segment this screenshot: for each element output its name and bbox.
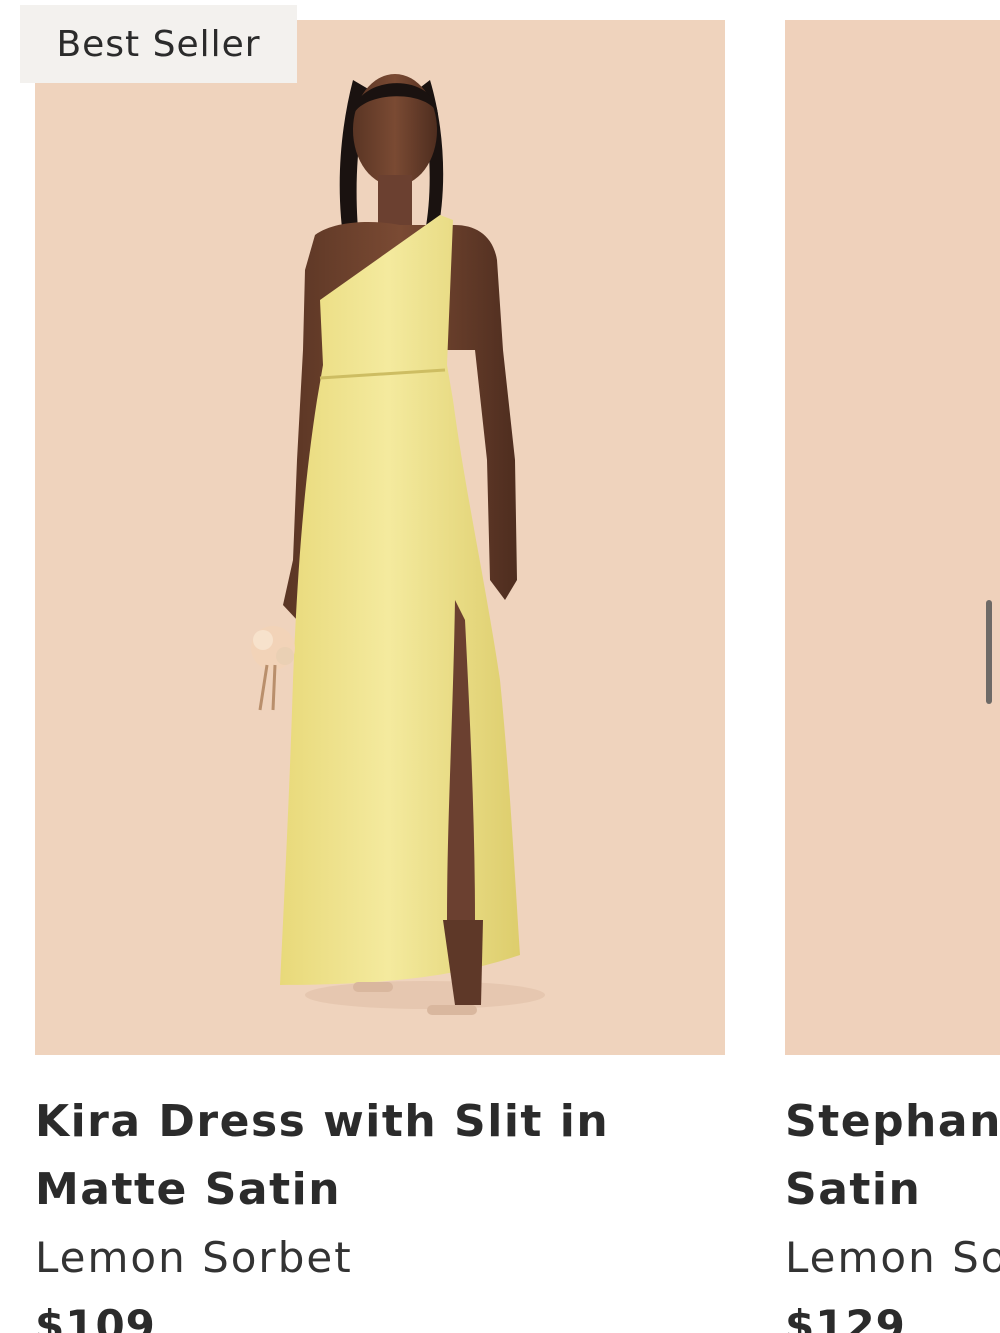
product-carousel[interactable]: Best Seller Kira Dress with Slit in Matt… xyxy=(0,0,1000,1333)
product-title-line[interactable]: Kira Dress with Slit in xyxy=(35,1096,609,1147)
product-title[interactable]: Stephani Satin xyxy=(785,1088,1000,1224)
product-title-line[interactable]: Stephani xyxy=(785,1096,1000,1147)
product-price: $129 xyxy=(785,1301,906,1333)
product-title-line[interactable]: Matte Satin xyxy=(35,1164,341,1215)
best-seller-badge: Best Seller xyxy=(20,5,297,83)
model-in-dress-illustration xyxy=(35,20,725,1055)
scrollbar-thumb[interactable] xyxy=(986,600,992,704)
product-color: Lemon Sorbet xyxy=(35,1233,353,1282)
product-title[interactable]: Kira Dress with Slit in Matte Satin xyxy=(35,1088,609,1224)
product-price: $109 xyxy=(35,1301,156,1333)
product-image[interactable] xyxy=(35,20,725,1055)
product-title-line[interactable]: Satin xyxy=(785,1164,921,1215)
product-color: Lemon So xyxy=(785,1233,1000,1282)
product-image[interactable] xyxy=(785,20,1000,1055)
